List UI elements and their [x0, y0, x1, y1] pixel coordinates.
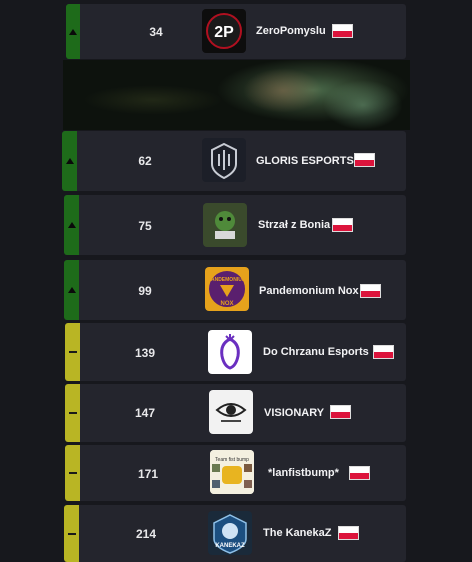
team-name[interactable]: Pandemonium Nox: [259, 285, 359, 297]
poland-flag-icon: [330, 405, 351, 419]
arrow-up-icon: [67, 222, 76, 228]
trend-same-indicator: [64, 505, 79, 562]
logo-pandemonium-text: PANDEMONIUM: [208, 277, 246, 283]
dash-icon: [68, 412, 77, 414]
logo-lanfist-text: Team fist bump: [215, 457, 249, 463]
stream-video-frame[interactable]: [63, 60, 410, 130]
team-logo-pandemonium: PANDEMONIUM NOX: [205, 267, 249, 311]
team-name[interactable]: *lanfistbump*: [268, 467, 339, 479]
ranking-row-visionary[interactable]: 147 VISIONARY: [65, 384, 406, 442]
trend-up-indicator: [64, 260, 79, 320]
logo-kanekaz-text: KANEKAZ: [215, 543, 245, 549]
logo-nox-text: NOX: [220, 301, 233, 307]
ranking-row-gloris[interactable]: 62 GLORIS ESPORTS: [62, 131, 406, 191]
ranking-row-strzal[interactable]: 75 Strzał z Bonia: [64, 195, 406, 255]
team-name[interactable]: ZeroPomyslu: [256, 25, 326, 37]
poland-flag-icon: [360, 284, 381, 298]
points-value: 147: [134, 406, 156, 420]
arrow-up-icon: [69, 28, 77, 35]
team-name[interactable]: GLORIS ESPORTS: [256, 155, 354, 167]
trend-up-indicator: [64, 195, 79, 255]
arrow-up-icon: [65, 158, 74, 164]
points-value: 139: [134, 346, 156, 360]
dash-icon: [68, 351, 77, 353]
poland-flag-icon: [354, 153, 375, 167]
trend-up-indicator: [62, 131, 77, 191]
dash-icon: [67, 532, 76, 535]
team-logo-gloris: [202, 138, 246, 182]
logo-2p-text: 2P: [214, 24, 234, 41]
poland-flag-icon: [332, 218, 353, 232]
dash-icon: [68, 472, 77, 474]
poland-flag-icon: [373, 345, 394, 359]
team-name[interactable]: Do Chrzanu Esports: [263, 346, 369, 358]
ranking-row-kanekaz[interactable]: 214 KANEKAZ The KanekaZ: [64, 505, 406, 562]
poland-flag-icon: [332, 24, 353, 38]
team-name[interactable]: Strzał z Bonia: [258, 219, 330, 231]
team-name[interactable]: VISIONARY: [264, 407, 324, 419]
points-value: 62: [138, 154, 152, 168]
trend-same-indicator: [65, 323, 80, 381]
trend-same-indicator: [65, 445, 80, 501]
team-logo-lanfistbump: Team fist bump: [210, 450, 254, 494]
team-logo-zeropomyslu: 2P: [202, 9, 246, 53]
team-logo-visionary: [209, 390, 253, 434]
team-logo-strzal: [203, 203, 247, 247]
poland-flag-icon: [349, 466, 370, 480]
trend-up-indicator: [66, 4, 80, 59]
points-value: 34: [149, 25, 163, 39]
ranking-row-zeropomyslu[interactable]: 34 2P ZeroPomyslu: [66, 4, 406, 59]
arrow-up-icon: [67, 287, 76, 293]
points-value: 171: [137, 467, 159, 481]
points-value: 99: [138, 284, 152, 298]
team-name[interactable]: The KanekaZ: [263, 527, 331, 539]
poland-flag-icon: [338, 526, 359, 540]
points-value: 214: [135, 527, 157, 541]
ranking-row-pandemonium[interactable]: 99 PANDEMONIUM NOX Pandemonium Nox: [64, 260, 406, 320]
trend-same-indicator: [65, 384, 80, 442]
points-value: 75: [138, 219, 152, 233]
team-logo-kanekaz: KANEKAZ: [208, 511, 252, 555]
ranking-row-lanfistbump[interactable]: 171 Team fist bump *lanfistbump*: [65, 445, 406, 501]
team-logo-dochrzanu: [208, 330, 252, 374]
ranking-row-dochrzanu[interactable]: 139 Do Chrzanu Esports: [65, 323, 406, 381]
